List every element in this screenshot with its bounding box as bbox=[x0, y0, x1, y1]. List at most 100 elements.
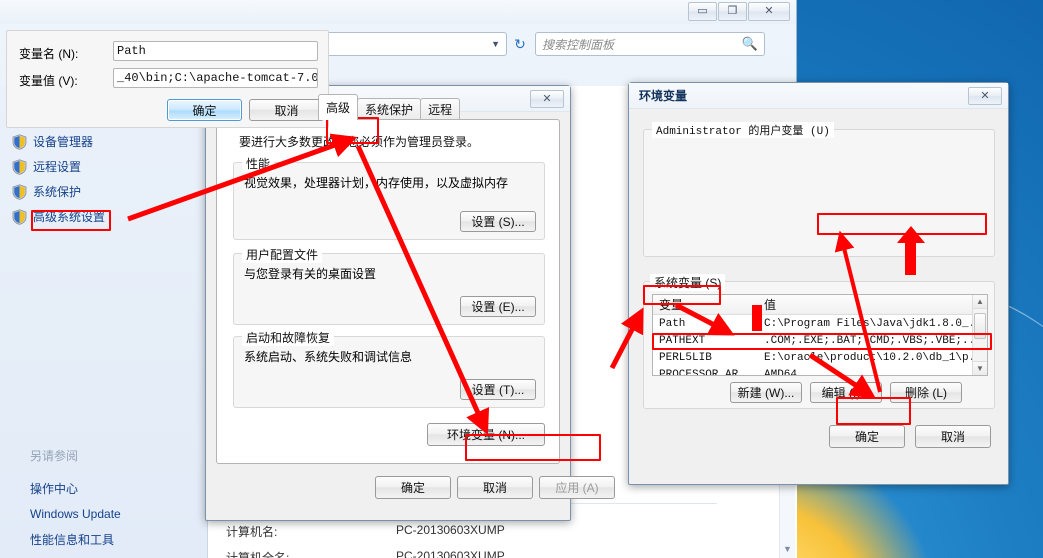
variable-value-input[interactable]: _40\bin;C:\apache-tomcat-7.0.59\bin; bbox=[113, 68, 318, 88]
close-icon: ✕ bbox=[980, 90, 990, 102]
see-also-performance-info[interactable]: 性能信息和工具 bbox=[30, 531, 121, 548]
button-label: 设置 (T)... bbox=[471, 383, 525, 397]
maximize-button[interactable]: ❐ bbox=[718, 2, 747, 21]
envvars-title: 环境变量 bbox=[639, 89, 688, 103]
table-row[interactable]: Path C:\Program Files\Java\jdk1.8.0_... bbox=[653, 315, 987, 332]
sidebar: 控制面板主页 设备管理器 远程设置 系统保护 高级系统设置 另 bbox=[0, 86, 208, 558]
see-also-links: 操作中心 Windows Update 性能信息和工具 bbox=[30, 480, 121, 548]
scrollbar-thumb[interactable] bbox=[974, 313, 986, 339]
table-row[interactable]: PROCESSOR_AR AMD64 bbox=[653, 366, 987, 376]
sidebar-item-advanced-system-settings[interactable]: 高级系统设置 bbox=[0, 204, 207, 229]
computer-name-label: 计算机名: bbox=[226, 525, 278, 539]
envvars-ok-button[interactable]: 确定 bbox=[829, 425, 905, 448]
address-dropdown-icon[interactable]: ▼ bbox=[491, 39, 502, 49]
close-icon: ✕ bbox=[542, 93, 552, 105]
close-icon: ✕ bbox=[764, 5, 774, 17]
button-label: 取消 bbox=[274, 103, 299, 118]
variable-name-input[interactable]: Path bbox=[113, 41, 318, 61]
close-button[interactable]: ✕ bbox=[748, 2, 790, 21]
envvars-titlebar: 环境变量 ✕ bbox=[629, 83, 1008, 109]
sidebar-item-device-manager[interactable]: 设备管理器 bbox=[0, 129, 207, 154]
button-label: 应用 (A) bbox=[555, 481, 599, 495]
system-variables-list[interactable]: 变量 值 Path C:\Program Files\Java\jdk1.8.0… bbox=[652, 294, 988, 376]
minimize-icon: ▭ bbox=[697, 5, 708, 17]
window-controls: ▭ ❐ ✕ bbox=[688, 2, 790, 21]
startup-recovery-group: 启动和故障恢复 系统启动、系统失败和调试信息 设置 (T)... bbox=[233, 329, 545, 408]
performance-settings-button[interactable]: 设置 (S)... bbox=[460, 211, 536, 232]
list-scrollbar[interactable]: ▲ ▼ bbox=[972, 295, 987, 375]
sysprops-close-button[interactable]: ✕ bbox=[530, 89, 564, 108]
button-label: 新建 (W)... bbox=[737, 386, 795, 400]
performance-group-title: 性能 bbox=[242, 155, 275, 172]
user-profiles-group: 用户配置文件 与您登录有关的桌面设置 设置 (E)... bbox=[233, 246, 545, 325]
column-header-variable: 变量 bbox=[659, 298, 684, 312]
scroll-down-icon[interactable]: ▼ bbox=[783, 544, 792, 554]
search-input[interactable]: 搜索控制面板 bbox=[542, 36, 614, 53]
envvars-cancel-button[interactable]: 取消 bbox=[915, 425, 991, 448]
editvar-ok-button[interactable]: 确定 bbox=[167, 99, 242, 121]
row-value: AMD64 bbox=[764, 368, 798, 376]
startup-recovery-settings-button[interactable]: 设置 (T)... bbox=[460, 379, 536, 400]
button-label: 确定 bbox=[854, 430, 879, 444]
tab-system-protection[interactable]: 系统保护 bbox=[357, 98, 422, 120]
edit-variable-button[interactable]: 编辑 (I)... bbox=[810, 382, 882, 403]
scroll-down-icon[interactable]: ▼ bbox=[973, 361, 987, 375]
performance-group: 性能 视觉效果，处理器计划，内存使用，以及虚拟内存 设置 (S)... bbox=[233, 155, 545, 240]
row-variable: PROCESSOR_AR bbox=[659, 368, 739, 376]
computer-fullname-label: 计算机全名: bbox=[226, 551, 290, 558]
shield-icon bbox=[12, 208, 27, 225]
user-profiles-desc: 与您登录有关的桌面设置 bbox=[244, 267, 377, 281]
tab-label: 高级 bbox=[326, 101, 351, 115]
tab-label: 远程 bbox=[428, 103, 453, 117]
environment-variables-dialog: 环境变量 ✕ Administrator 的用户变量 (U) 系统变量 (S) … bbox=[628, 82, 1009, 485]
sidebar-item-label: 系统保护 bbox=[33, 185, 82, 199]
button-label: 设置 (S)... bbox=[471, 215, 525, 229]
maximize-icon: ❐ bbox=[727, 5, 738, 17]
tab-remote[interactable]: 远程 bbox=[420, 98, 461, 120]
variable-name-label: 变量名 (N): bbox=[19, 47, 79, 61]
env-variables-button[interactable]: 环境变量 (N)... bbox=[427, 423, 545, 446]
sidebar-item-remote-settings[interactable]: 远程设置 bbox=[0, 154, 207, 179]
refresh-button[interactable]: ↻ bbox=[509, 33, 531, 55]
delete-variable-button[interactable]: 删除 (L) bbox=[890, 382, 962, 403]
sidebar-item-label: 高级系统设置 bbox=[33, 210, 106, 224]
advanced-tab-panel: 要进行大多数更改，您必须作为管理员登录。 性能 视觉效果，处理器计划，内存使用，… bbox=[216, 119, 560, 464]
sidebar-item-system-protection[interactable]: 系统保护 bbox=[0, 179, 207, 204]
list-header: 变量 值 bbox=[653, 295, 987, 315]
row-value: .COM;.EXE;.BAT;.CMD;.VBS;.VBE;.... bbox=[764, 334, 987, 347]
user-variables-group: Administrator 的用户变量 (U) bbox=[643, 122, 995, 257]
new-variable-button[interactable]: 新建 (W)... bbox=[730, 382, 802, 403]
editvar-cancel-button[interactable]: 取消 bbox=[249, 99, 324, 121]
system-variables-group-title: 系统变量 (S) bbox=[650, 274, 726, 291]
sysprops-ok-button[interactable]: 确定 bbox=[375, 476, 451, 499]
variable-value-label: 变量值 (V): bbox=[19, 74, 78, 88]
admin-note: 要进行大多数更改，您必须作为管理员登录。 bbox=[239, 135, 480, 149]
minimize-button[interactable]: ▭ bbox=[688, 2, 717, 21]
sysprops-apply-button: 应用 (A) bbox=[539, 476, 615, 499]
button-label: 取消 bbox=[482, 481, 507, 495]
button-label: 取消 bbox=[940, 430, 965, 444]
shield-icon bbox=[12, 158, 27, 175]
user-profiles-group-title: 用户配置文件 bbox=[242, 246, 323, 263]
table-row[interactable]: PATHEXT .COM;.EXE;.BAT;.CMD;.VBS;.VBE;..… bbox=[653, 332, 987, 349]
see-also-windows-update[interactable]: Windows Update bbox=[30, 507, 121, 521]
window-titlebar: ▭ ❐ ✕ bbox=[0, 0, 796, 24]
variable-value-prefix: _40\bin; bbox=[117, 71, 175, 85]
computer-fullname-value: PC-20130603XUMP bbox=[396, 549, 505, 558]
see-also-action-center[interactable]: 操作中心 bbox=[30, 480, 121, 497]
system-variables-group: 系统变量 (S) 变量 值 Path C:\Program Files\Java… bbox=[643, 274, 995, 409]
user-profiles-settings-button[interactable]: 设置 (E)... bbox=[460, 296, 536, 317]
button-label: 确定 bbox=[192, 103, 217, 118]
tab-advanced[interactable]: 高级 bbox=[318, 94, 359, 120]
button-label: 设置 (E)... bbox=[471, 300, 525, 314]
scroll-up-icon[interactable]: ▲ bbox=[973, 295, 987, 309]
tab-label: 系统保护 bbox=[365, 103, 414, 117]
editvar-panel: 变量名 (N): Path 变量值 (V): _40\bin; C:\apache… bbox=[6, 30, 329, 128]
row-variable: PATHEXT bbox=[659, 334, 706, 347]
computer-name-value: PC-20130603XUMP bbox=[396, 523, 505, 537]
envvars-close-button[interactable]: ✕ bbox=[968, 86, 1002, 105]
search-box[interactable]: 搜索控制面板 🔍 bbox=[535, 32, 765, 56]
sysprops-cancel-button[interactable]: 取消 bbox=[457, 476, 533, 499]
startup-recovery-group-title: 启动和故障恢复 bbox=[242, 329, 335, 346]
table-row[interactable]: PERL5LIB E:\oracle\product\10.2.0\db_1\p… bbox=[653, 349, 987, 366]
